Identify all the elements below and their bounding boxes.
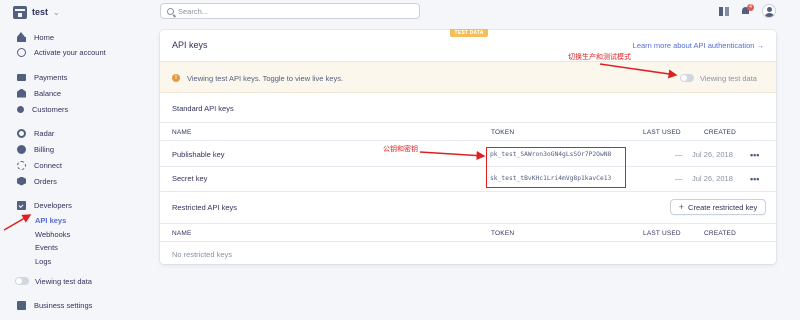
button-label: Create restricted key <box>688 202 758 212</box>
sidebar-item-radar[interactable]: Radar <box>17 127 54 139</box>
search-box[interactable] <box>160 3 420 19</box>
person-icon <box>17 105 24 113</box>
sidebar-item-balance[interactable]: Balance <box>17 87 61 99</box>
created-date: Jul 26, 2018 <box>692 150 733 159</box>
standard-keys-title: Standard API keys <box>172 104 234 113</box>
docs-icon[interactable] <box>719 6 729 16</box>
top-icons: 4 <box>719 4 776 18</box>
divider <box>160 191 776 192</box>
divider <box>160 122 776 123</box>
col-name: NAME <box>172 230 192 237</box>
annotation-toggle-note: 切换生产和测试模式 <box>568 53 631 61</box>
sidebar-item-connect[interactable]: Connect <box>17 159 62 171</box>
sidebar-item-label: Customers <box>32 104 69 114</box>
view-test-data-toggle[interactable] <box>680 74 694 82</box>
avatar[interactable] <box>762 4 776 18</box>
restricted-keys-title: Restricted API keys <box>172 203 238 212</box>
sidebar-item-webhooks[interactable]: Webhooks <box>35 228 70 240</box>
sidebar: test ⌄ Home Activate your account Paymen… <box>0 0 150 320</box>
sidebar-item-business-settings[interactable]: Business settings <box>17 299 92 311</box>
key-name: Publishable key <box>172 150 225 159</box>
toggle-label: Viewing test data <box>700 74 757 83</box>
test-data-badge: TEST DATA <box>450 29 488 37</box>
learn-more-link[interactable]: Learn more about API authentication → <box>633 41 764 50</box>
key-name: Secret key <box>172 174 208 183</box>
test-mode-banner: ! Viewing test API keys. Toggle to view … <box>160 61 776 93</box>
api-keys-card: TEST DATA API keys Learn more about API … <box>160 29 776 264</box>
empty-state: No restricted keys <box>172 250 233 259</box>
sidebar-item-orders[interactable]: Orders <box>17 175 57 187</box>
connect-icon <box>17 160 26 170</box>
sidebar-item-developers[interactable]: Developers <box>17 199 72 211</box>
sidebar-item-label: Balance <box>34 88 62 98</box>
sidebar-item-label: Home <box>34 32 55 42</box>
home-icon <box>17 31 26 42</box>
sidebar-item-payments[interactable]: Payments <box>17 71 67 83</box>
create-restricted-key-button[interactable]: + Create restricted key <box>670 199 766 215</box>
last-used: — <box>675 150 683 159</box>
store-icon <box>13 5 27 19</box>
box-icon <box>17 176 26 186</box>
sidebar-item-home[interactable]: Home <box>17 31 54 43</box>
check-circle-icon <box>17 47 26 57</box>
col-token: TOKEN <box>491 129 515 136</box>
last-used: — <box>675 174 683 183</box>
radar-icon <box>17 128 26 138</box>
plus-icon: + <box>678 202 685 212</box>
billing-icon <box>17 144 26 154</box>
col-token: TOKEN <box>491 230 515 237</box>
account-name: test <box>32 7 49 17</box>
col-created: CREATED <box>704 129 736 136</box>
sidebar-item-api-keys[interactable]: API keys <box>35 214 66 226</box>
sidebar-item-label: Payments <box>34 72 68 82</box>
toggle-label: Viewing test data <box>35 276 92 286</box>
more-icon[interactable]: ••• <box>750 151 759 160</box>
card-icon <box>17 73 26 81</box>
col-last-used: LAST USED <box>643 230 681 237</box>
search-input[interactable] <box>178 6 408 16</box>
divider <box>160 223 776 224</box>
col-name: NAME <box>172 129 192 136</box>
annotation-box <box>486 147 626 188</box>
sidebar-item-label: Connect <box>34 160 62 170</box>
sidebar-item-logs[interactable]: Logs <box>35 255 51 267</box>
warning-icon: ! <box>172 74 180 82</box>
terminal-icon <box>17 200 26 210</box>
store-icon <box>17 300 26 310</box>
divider <box>160 241 776 242</box>
sidebar-item-label: Radar <box>34 128 55 138</box>
col-last-used: LAST USED <box>643 129 681 136</box>
created-date: Jul 26, 2018 <box>692 174 733 183</box>
test-data-toggle[interactable] <box>15 277 29 285</box>
banner-text: Viewing test API keys. Toggle to view li… <box>187 74 344 83</box>
notification-badge: 4 <box>747 4 754 11</box>
sidebar-item-customers[interactable]: Customers <box>17 103 68 115</box>
sidebar-item-label: Orders <box>34 176 57 186</box>
divider <box>160 166 776 167</box>
sidebar-item-events[interactable]: Events <box>35 241 58 253</box>
divider <box>160 140 776 141</box>
search-icon <box>167 7 174 15</box>
sidebar-item-label: Activate your account <box>34 47 106 57</box>
sidebar-item-label: Business settings <box>34 300 93 310</box>
page-title: API keys <box>172 40 208 50</box>
bank-icon <box>17 88 26 98</box>
sidebar-item-activate[interactable]: Activate your account <box>17 46 106 58</box>
more-icon[interactable]: ••• <box>750 175 759 184</box>
sidebar-item-label: Developers <box>34 200 72 210</box>
col-created: CREATED <box>704 230 736 237</box>
chevron-down-icon: ⌄ <box>53 7 60 17</box>
account-switcher[interactable]: test ⌄ <box>13 4 60 20</box>
sidebar-item-label: Billing <box>34 144 55 154</box>
sidebar-item-billing[interactable]: Billing <box>17 143 54 155</box>
annotation-keys-note: 公钥和密钥 <box>383 145 418 153</box>
bell-icon[interactable]: 4 <box>741 4 754 16</box>
